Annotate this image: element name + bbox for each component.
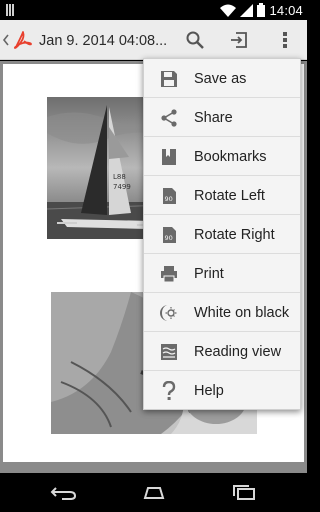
menu-item-share[interactable]: Share (144, 98, 300, 137)
menu-item-white-on-black[interactable]: White on black (144, 293, 300, 332)
status-icons: 14:04 (220, 2, 303, 18)
action-bar: Jan 9. 2014 04:08... (0, 20, 307, 60)
menu-item-label: Rotate Left (194, 188, 265, 204)
home-nav-button[interactable] (134, 480, 174, 506)
menu-item-label: White on black (194, 305, 290, 321)
search-button[interactable] (182, 28, 208, 52)
battery-icon (257, 3, 266, 17)
pdf-logo-icon[interactable] (12, 29, 34, 51)
menu-item-save-as[interactable]: Save as (144, 59, 300, 98)
menu-item-print[interactable]: Print (144, 254, 300, 293)
home-nav-icon (143, 487, 165, 499)
menu-item-label: Save as (194, 71, 247, 87)
reading-view-icon (158, 341, 180, 363)
menu-item-bookmarks[interactable]: Bookmarks (144, 137, 300, 176)
menu-item-rotate-left[interactable]: 90 Rotate Left (144, 176, 300, 215)
status-bar: 14:04 (0, 0, 307, 20)
menu-item-label: Reading view (194, 344, 282, 360)
menu-item-label: Rotate Right (194, 227, 275, 243)
menu-item-label: Print (194, 266, 224, 282)
rotate-right-badge: 90 (165, 234, 173, 242)
rotate-right-icon: 90 (158, 224, 180, 246)
print-icon (158, 263, 180, 285)
back-nav-button[interactable] (44, 480, 84, 506)
overflow-menu: Save as Share Bookmarks 90 Rotate Left 9… (143, 58, 301, 410)
recent-apps-button[interactable] (224, 480, 264, 506)
navigation-bar (0, 474, 307, 512)
notification-icon (6, 4, 16, 16)
menu-item-label: Help (194, 383, 224, 399)
menu-item-rotate-right[interactable]: 90 Rotate Right (144, 215, 300, 254)
status-time: 14:04 (269, 2, 303, 18)
menu-item-help[interactable]: Help (144, 371, 300, 410)
back-icon[interactable] (2, 30, 12, 50)
document-title: Jan 9. 2014 04:08... (39, 33, 168, 49)
night-mode-icon (158, 302, 180, 324)
export-icon (231, 32, 247, 48)
export-button[interactable] (226, 28, 252, 52)
cellular-signal-icon (240, 3, 254, 17)
share-icon (158, 107, 180, 129)
menu-item-label: Share (194, 110, 233, 126)
back-nav-icon (50, 487, 77, 500)
rotate-left-icon: 90 (158, 185, 180, 207)
wifi-icon (220, 4, 237, 17)
recent-apps-icon (233, 485, 255, 500)
rotate-left-badge: 90 (165, 195, 173, 203)
svg-text:7499: 7499 (113, 183, 131, 191)
search-icon (186, 31, 204, 49)
overflow-menu-button[interactable] (272, 28, 298, 52)
help-icon (158, 380, 180, 402)
svg-text:L88: L88 (113, 173, 126, 181)
overflow-menu-icon (283, 32, 287, 48)
bookmark-icon (158, 146, 180, 168)
menu-item-reading-view[interactable]: Reading view (144, 332, 300, 371)
save-icon (158, 68, 180, 90)
menu-item-label: Bookmarks (194, 149, 267, 165)
